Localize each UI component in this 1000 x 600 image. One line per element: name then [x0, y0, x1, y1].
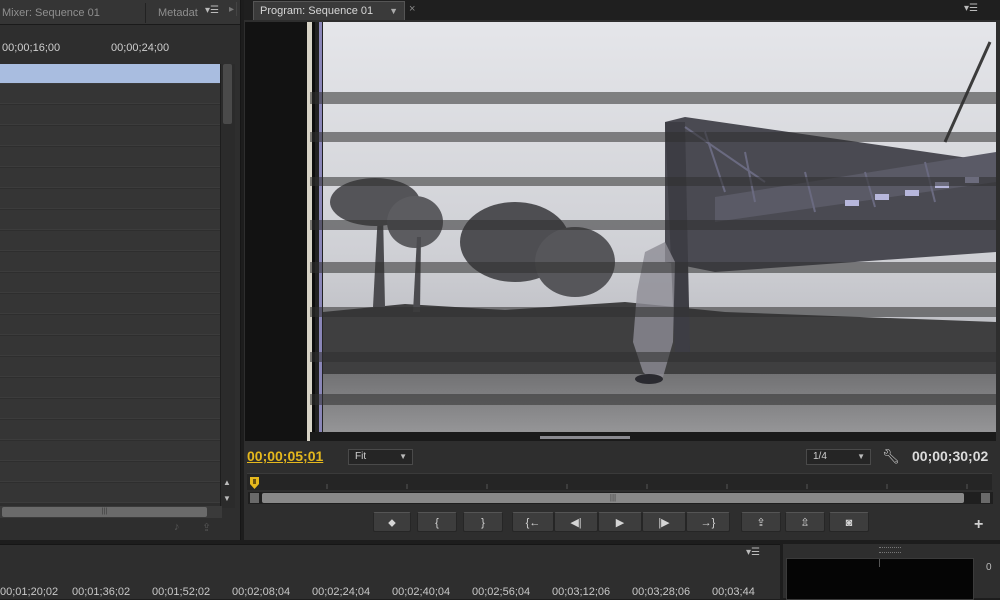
- ruler-tick-label: 00;02;56;04: [472, 586, 531, 598]
- list-item[interactable]: [0, 105, 220, 125]
- scrollbar-thumb[interactable]: |||: [262, 493, 964, 503]
- list-item[interactable]: [0, 147, 220, 167]
- playhead-icon[interactable]: [250, 477, 259, 489]
- ruler-tick-label: 00;01;36;02: [72, 586, 131, 598]
- scroll-down-icon[interactable]: ▼: [223, 494, 231, 503]
- wrench-icon[interactable]: 🔧︎: [882, 448, 900, 465]
- program-time-ruler[interactable]: [247, 473, 992, 490]
- left-horizontal-scrollbar[interactable]: |||: [0, 506, 222, 518]
- zoom-level-dropdown[interactable]: Fit ▼: [348, 449, 413, 465]
- ruler-tick-label: 00;03;12;06: [552, 586, 611, 598]
- tab-audio-mixer[interactable]: Mixer: Sequence 01: [2, 3, 100, 23]
- list-item[interactable]: [0, 210, 220, 230]
- list-item[interactable]: [0, 231, 220, 251]
- list-item[interactable]: [0, 399, 220, 419]
- list-item[interactable]: [0, 315, 220, 335]
- go-to-in-button[interactable]: {←: [512, 512, 554, 532]
- chevron-down-icon: ▼: [399, 452, 407, 461]
- panel-menu-icon[interactable]: ▾☰: [746, 547, 760, 559]
- audio-note-icon[interactable]: ♪: [174, 521, 180, 533]
- list-item[interactable]: [0, 294, 220, 314]
- mark-in-button[interactable]: {: [417, 512, 457, 532]
- tab-program-monitor[interactable]: Program: Sequence 01 ▼: [253, 1, 405, 20]
- ruler-tick-label: 00;00;24;00: [111, 42, 170, 54]
- add-marker-button[interactable]: ⬥: [373, 512, 411, 532]
- ruler-tick-label: 00;02;24;04: [312, 586, 371, 598]
- current-timecode[interactable]: 00;00;05;01: [247, 448, 323, 464]
- list-item[interactable]: [0, 273, 220, 293]
- list-item[interactable]: [0, 357, 220, 377]
- ruler-tick-label: 00;02;40;04: [392, 586, 451, 598]
- play-button[interactable]: ▶: [598, 512, 642, 532]
- list-item[interactable]: [0, 168, 220, 188]
- playback-resolution-dropdown[interactable]: 1/4 ▼: [806, 449, 871, 465]
- ruler-tick-label: 00;01;52;02: [152, 586, 211, 598]
- scroll-up-icon[interactable]: ▲: [223, 478, 231, 487]
- step-back-button[interactable]: ◀|: [554, 512, 598, 532]
- tab-metadata[interactable]: Metadat: [145, 3, 198, 23]
- list-item[interactable]: [0, 252, 220, 272]
- panel-menu-icon[interactable]: ▾☰: [205, 5, 219, 17]
- export-icon[interactable]: ⇪: [202, 521, 211, 534]
- button-editor-add-button[interactable]: +: [974, 516, 983, 534]
- go-to-out-button[interactable]: →}: [686, 512, 730, 532]
- step-forward-button[interactable]: |▶: [642, 512, 686, 532]
- duration-timecode: 00;00;30;02: [912, 448, 989, 464]
- mark-out-button[interactable]: }: [463, 512, 503, 532]
- lift-button[interactable]: ⇪: [741, 512, 781, 532]
- panel-menu-icon[interactable]: ▾☰: [964, 3, 978, 15]
- ruler-ticks: [326, 484, 968, 489]
- timeline-time-ruler[interactable]: 00;01;20;02 00;01;36;02 00;01;52;02 00;0…: [0, 586, 760, 598]
- list-item[interactable]: [0, 483, 220, 503]
- video-image: [245, 22, 996, 441]
- left-vertical-scrollbar[interactable]: ▲ ▼: [220, 64, 235, 508]
- zoom-handle-right[interactable]: [981, 493, 990, 503]
- left-track-list: [0, 64, 220, 504]
- left-panel-tabbar: Mixer: Sequence 01 Metadat ▾☰ ▸: [0, 0, 240, 25]
- tab-label: Program: Sequence 01: [260, 5, 374, 17]
- panel-grip-icon[interactable]: [879, 547, 901, 553]
- extract-button[interactable]: ⇫: [785, 512, 825, 532]
- left-bottom-toolbar: ♪ ⇪: [170, 521, 230, 535]
- scrollbar-thumb[interactable]: |||: [2, 507, 207, 517]
- list-item[interactable]: [0, 84, 220, 104]
- ruler-tick-label: 00;03;44: [712, 586, 755, 598]
- ruler-tick-label: 00;01;20;02: [0, 586, 59, 598]
- ruler-tick-label: 00;02;08;04: [232, 586, 291, 598]
- ruler-tick-label: 00;00;16;00: [2, 42, 61, 54]
- scrollbar-thumb[interactable]: [223, 64, 232, 124]
- zoom-handle-left[interactable]: [250, 493, 259, 503]
- close-icon[interactable]: ×: [409, 3, 415, 15]
- list-item[interactable]: [0, 126, 220, 146]
- dropdown-value: 1/4: [813, 451, 827, 462]
- list-item[interactable]: [0, 336, 220, 356]
- panel-divider: [236, 2, 245, 16]
- video-frame: [245, 22, 996, 441]
- chevron-down-icon: ▼: [857, 452, 865, 461]
- meter-divider: [879, 559, 880, 567]
- audio-meter: [786, 558, 974, 600]
- meter-scale-label: 0: [986, 562, 992, 573]
- export-frame-button[interactable]: ◙: [829, 512, 869, 532]
- list-item[interactable]: [0, 441, 220, 461]
- list-item[interactable]: [0, 378, 220, 398]
- chevron-down-icon[interactable]: ▼: [389, 2, 398, 20]
- left-time-ruler[interactable]: 00;00;16;00 00;00;24;00: [0, 40, 222, 58]
- list-item[interactable]: [0, 462, 220, 482]
- list-item[interactable]: [0, 64, 220, 84]
- ruler-tick-label: 00;03;28;06: [632, 586, 691, 598]
- panel-expand-icon[interactable]: ▸: [229, 4, 234, 15]
- list-item[interactable]: [0, 189, 220, 209]
- list-item[interactable]: [0, 420, 220, 440]
- dropdown-value: Fit: [355, 451, 367, 462]
